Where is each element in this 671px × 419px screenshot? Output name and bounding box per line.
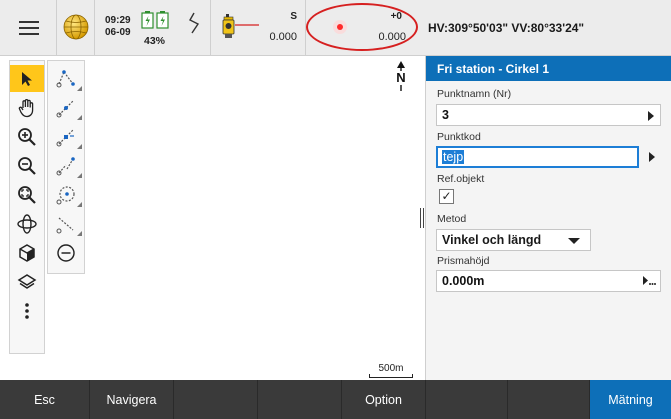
check-icon: ✓: [441, 189, 452, 203]
punktkod-label: Punktkod: [437, 131, 481, 143]
punktkod-list-button[interactable]: [639, 146, 661, 168]
select-tool-button[interactable]: [10, 65, 44, 92]
measure-points-tool[interactable]: [48, 65, 84, 92]
split-line-icon: [56, 217, 74, 233]
softkey-bar: Esc Navigera Option Mätning: [0, 380, 671, 419]
zoom-in-icon: [18, 127, 36, 146]
instrument-status[interactable]: S 0.000: [211, 0, 306, 56]
dropdown-caret-icon: [568, 238, 580, 244]
scale-label: 500m: [378, 363, 404, 374]
map-scale-bar: 500m: [367, 363, 415, 378]
empty-softkey-7[interactable]: [508, 380, 590, 419]
scale-line: [369, 374, 413, 378]
punktkod-arrow-icon: [649, 152, 655, 162]
refobjekt-label: Ref.objekt: [437, 173, 485, 185]
zoom-in-button[interactable]: [10, 123, 44, 150]
punktkod-field[interactable]: tejp: [436, 146, 639, 168]
metod-label: Metod: [437, 213, 467, 225]
hv-vv-angles-text: HV:309°50'03" VV:80°33'24": [428, 21, 585, 35]
cube-view-icon: [19, 243, 35, 262]
split-line-tool[interactable]: [48, 210, 84, 237]
total-station-icon: [222, 14, 259, 38]
punktnamn-value: 3: [442, 108, 449, 122]
prismahojd-field[interactable]: 0.000m: [436, 270, 661, 292]
offset-line-tool[interactable]: [48, 152, 84, 179]
pan-hand-icon: [18, 98, 34, 117]
pan-tool-button[interactable]: [10, 94, 44, 121]
select-arrow-icon: [22, 71, 32, 86]
hamburger-menu-button[interactable]: [0, 0, 57, 56]
hv-angle-readout[interactable]: HV:309°50'03" VV:80°33'24": [416, 0, 671, 56]
target-status[interactable]: +0 0.000: [306, 0, 416, 56]
orbit-icon: [17, 213, 37, 234]
matning-softkey[interactable]: Mätning: [590, 380, 671, 419]
layers-button[interactable]: [10, 268, 44, 295]
date-text: 06-09: [105, 27, 131, 38]
more-vert-icon: [25, 302, 29, 319]
refobjekt-checkbox[interactable]: ✓: [439, 189, 454, 204]
time-text: 09:29: [105, 15, 131, 26]
laser-target-icon: [333, 20, 347, 34]
form-title: Fri station - Cirkel 1: [426, 56, 671, 81]
empty-softkey-6[interactable]: [426, 380, 508, 419]
point-on-line-tool[interactable]: [48, 123, 84, 150]
zoom-out-icon: [18, 156, 36, 175]
view-cube-button[interactable]: [10, 239, 44, 266]
layers-icon: [17, 273, 37, 289]
target-value-text: 0.000: [378, 31, 406, 43]
north-label: N: [396, 70, 406, 85]
metod-value: Vinkel och längd: [442, 233, 542, 247]
offset-line-icon: [56, 156, 75, 175]
arc-icon: [56, 185, 75, 204]
esc-softkey[interactable]: Esc: [0, 380, 90, 419]
zoom-extents-button[interactable]: [10, 181, 44, 208]
line-icon: [56, 100, 74, 117]
punktkod-value: tejp: [442, 150, 465, 164]
coordinate-system-button[interactable]: [57, 0, 95, 56]
punktnamn-field[interactable]: 3: [436, 104, 661, 126]
option-softkey[interactable]: Option: [342, 380, 426, 419]
globe-icon: [63, 14, 89, 40]
instrument-mode-text: S: [290, 11, 297, 22]
navigera-softkey[interactable]: Navigera: [90, 380, 174, 419]
prismahojd-value: 0.000m: [442, 274, 485, 288]
metod-dropdown[interactable]: Vinkel och längd: [436, 229, 591, 251]
more-options-icon[interactable]: [642, 276, 656, 286]
north-arrow: N: [391, 60, 411, 92]
punktnamn-arrow-icon[interactable]: [648, 111, 654, 121]
more-tools-button[interactable]: [10, 297, 44, 324]
arc-tool[interactable]: [48, 181, 84, 208]
battery-status[interactable]: 43%: [135, 0, 178, 56]
target-offset-text: +0: [390, 11, 402, 22]
battery-percent-text: 43%: [144, 35, 166, 47]
empty-softkey-4[interactable]: [258, 380, 342, 419]
status-bar: 09:29 06-09 43% S 0.000 +0 0.000 HV:309°…: [0, 0, 671, 56]
map-toolbar-cogo: [47, 60, 85, 274]
instrument-value-text: 0.000: [269, 31, 297, 43]
line-tool[interactable]: [48, 94, 84, 121]
minus-circle-icon: [57, 243, 75, 262]
radio-antenna-icon: [189, 12, 200, 34]
empty-softkey-3[interactable]: [174, 380, 258, 419]
remove-tool[interactable]: [48, 239, 84, 266]
map-view[interactable]: N 500m: [0, 56, 424, 380]
punktnamn-label: Punktnamn (Nr): [437, 88, 512, 100]
zoom-extents-icon: [18, 185, 36, 204]
measure-points-icon: [56, 69, 75, 87]
battery-icon: [141, 11, 169, 29]
prismahojd-label: Prismahöjd: [437, 255, 490, 267]
free-station-form: Fri station - Cirkel 1 Punktnamn (Nr) 3 …: [425, 56, 671, 380]
point-on-line-icon: [56, 129, 74, 146]
orbit-button[interactable]: [10, 210, 44, 237]
map-toolbar-navigation: [9, 60, 45, 354]
clock-display: 09:29 06-09: [95, 0, 135, 56]
radio-status[interactable]: [178, 0, 211, 56]
zoom-out-button[interactable]: [10, 152, 44, 179]
